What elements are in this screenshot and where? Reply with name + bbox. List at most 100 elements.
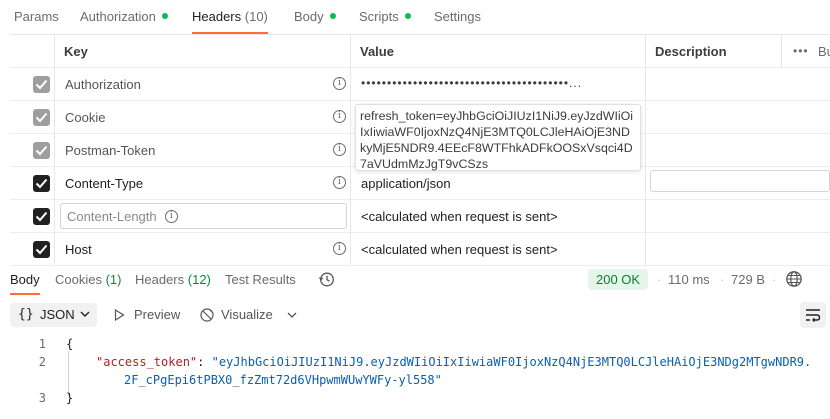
- tab-count: (12): [187, 272, 211, 287]
- request-tabs: Params Authorization Headers (10) Body S…: [0, 0, 830, 34]
- column-key: Key: [55, 35, 351, 67]
- tab-authorization[interactable]: Authorization: [80, 9, 168, 34]
- code-open-brace: {: [66, 337, 74, 351]
- status-dot: [404, 13, 411, 19]
- row-checkbox[interactable]: [33, 208, 50, 225]
- header-value: <calculated when request is sent>: [361, 242, 558, 257]
- key-cell[interactable]: Host i: [55, 233, 351, 265]
- tab-headers[interactable]: Headers (10): [192, 9, 268, 34]
- header-value: ••••••••••••••••••••••••••••••••••••••••…: [361, 76, 583, 90]
- tab-label: Test Results: [225, 272, 296, 287]
- tab-label: Authorization: [80, 9, 156, 24]
- status-badge[interactable]: 200 OK: [588, 269, 649, 290]
- tab-params[interactable]: Params: [14, 9, 59, 34]
- json-string: "eyJhbGciOiJIUzI1NiJ9.eyJzdWIiOiIxIiwiaW…: [211, 355, 812, 369]
- code-line-2: "access_token": "eyJhbGciOiJIUzI1NiJ9.ey…: [96, 355, 811, 369]
- checkbox-cell: [10, 167, 55, 199]
- status-dot: [329, 13, 336, 19]
- line-number: 2: [38, 355, 46, 369]
- tab-body[interactable]: Body: [294, 9, 336, 34]
- bulk-edit-link[interactable]: Bu: [818, 44, 830, 59]
- checkbox-cell: [10, 134, 55, 166]
- row-checkbox[interactable]: [33, 109, 50, 126]
- history-icon[interactable]: [318, 271, 335, 291]
- separator: ·: [772, 272, 777, 287]
- code-close-brace: }: [66, 391, 74, 405]
- table-header-row: Key Value Description ••• Bu: [10, 35, 830, 68]
- chevron-down-icon[interactable]: [287, 312, 297, 319]
- header-key: Content-Length: [67, 209, 157, 224]
- tab-count: (10): [244, 9, 268, 24]
- header-value: <calculated when request is sent>: [361, 209, 558, 224]
- response-body-code[interactable]: 1 2 3 { "access_token": "eyJhbGciOiJIUzI…: [0, 334, 830, 419]
- description-cell[interactable]: [646, 233, 830, 265]
- row-checkbox[interactable]: [33, 175, 50, 192]
- description-cell[interactable]: [646, 101, 830, 133]
- response-tab-body[interactable]: Body: [10, 272, 40, 295]
- separator: ·: [720, 272, 725, 287]
- checkbox-cell: [10, 101, 55, 133]
- cookie-value-popover[interactable]: refresh_token=eyJhbGciOiJIUzI1NiJ9.eyJzd…: [355, 104, 641, 171]
- braces-icon: {}: [18, 307, 34, 322]
- play-icon: [114, 309, 125, 321]
- value-cell[interactable]: <calculated when request is sent>: [351, 200, 646, 232]
- wrap-icon: [806, 309, 821, 322]
- tab-settings[interactable]: Settings: [434, 9, 481, 34]
- key-cell[interactable]: Content-Type i: [55, 167, 351, 199]
- format-select[interactable]: {} JSON: [10, 303, 97, 327]
- column-divider: [781, 35, 782, 68]
- line-number: 3: [38, 391, 46, 405]
- description-cell[interactable]: [646, 134, 830, 166]
- line-number: 1: [38, 337, 46, 351]
- more-options-icon[interactable]: •••: [793, 44, 809, 58]
- response-tab-test-results[interactable]: Test Results: [225, 272, 296, 295]
- key-cell[interactable]: Authorization i: [55, 68, 351, 100]
- description-input[interactable]: [650, 170, 830, 192]
- info-icon[interactable]: i: [333, 77, 346, 90]
- key-input[interactable]: Content-Length i: [60, 203, 347, 229]
- info-icon[interactable]: i: [333, 176, 346, 189]
- tab-count: (1): [105, 272, 122, 287]
- description-cell[interactable]: [646, 167, 830, 199]
- header-key: Postman-Token: [65, 143, 156, 158]
- column-value: Value: [351, 35, 646, 67]
- tab-label: Settings: [434, 9, 481, 24]
- tab-scripts[interactable]: Scripts: [359, 9, 411, 34]
- tab-label: Body: [10, 272, 40, 287]
- status-dot: [161, 13, 168, 19]
- row-checkbox[interactable]: [33, 76, 50, 93]
- key-cell[interactable]: Cookie i: [55, 101, 351, 133]
- value-cell[interactable]: <calculated when request is sent>: [351, 233, 646, 265]
- globe-icon[interactable]: [785, 270, 803, 291]
- json-string-continued: 2F_cPgEpi6tPBX0_fzZmt72d6VHpwmWUwYWFy-yl…: [124, 373, 442, 387]
- description-cell[interactable]: [646, 68, 830, 100]
- visualize-icon: [200, 308, 214, 322]
- indent-guide: [68, 351, 69, 396]
- tab-label: Body: [294, 9, 324, 24]
- header-value: application/json: [361, 176, 451, 191]
- response-tab-cookies[interactable]: Cookies (1): [55, 272, 121, 295]
- response-tab-headers[interactable]: Headers (12): [135, 272, 211, 295]
- info-icon[interactable]: i: [165, 210, 178, 223]
- checkbox-cell: [10, 233, 55, 265]
- response-bar: Body Cookies (1) Headers (12) Test Resul…: [0, 265, 830, 295]
- row-checkbox[interactable]: [33, 142, 50, 159]
- info-icon[interactable]: i: [333, 242, 346, 255]
- response-size[interactable]: 729 B: [731, 272, 765, 287]
- info-icon[interactable]: i: [333, 110, 346, 123]
- description-cell[interactable]: [646, 200, 830, 232]
- row-checkbox[interactable]: [33, 241, 50, 258]
- json-key: "access_token": [96, 355, 198, 369]
- chevron-down-icon: [80, 311, 90, 317]
- info-icon[interactable]: i: [333, 143, 346, 156]
- value-cell[interactable]: ••••••••••••••••••••••••••••••••••••••••…: [351, 68, 646, 100]
- checkbox-column-header: [10, 35, 55, 67]
- response-time[interactable]: 110 ms: [668, 272, 710, 287]
- tab-label: Headers: [192, 9, 242, 24]
- key-cell[interactable]: Postman-Token i: [55, 134, 351, 166]
- visualize-button[interactable]: Visualize: [199, 303, 279, 327]
- header-key: Host: [65, 242, 92, 257]
- preview-label: Preview: [134, 307, 181, 322]
- wrap-lines-button[interactable]: [800, 302, 826, 328]
- preview-button[interactable]: Preview: [112, 303, 184, 327]
